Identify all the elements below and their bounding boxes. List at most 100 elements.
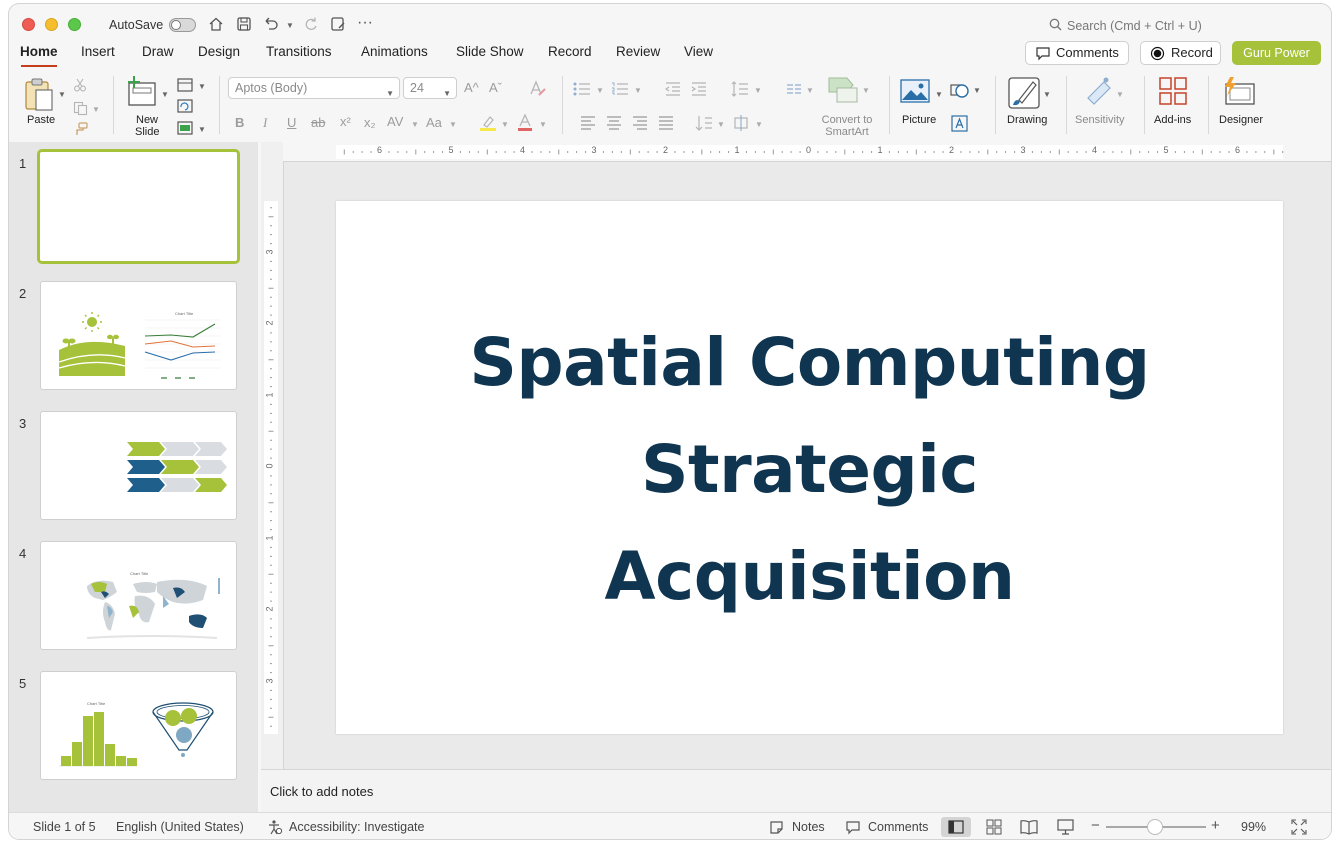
language-status[interactable]: English (United States) — [116, 820, 244, 834]
font-color-icon[interactable] — [516, 114, 534, 132]
grow-font-icon[interactable]: A^ — [464, 80, 479, 95]
zoom-percentage[interactable]: 99% — [1241, 820, 1266, 834]
underline-button[interactable]: U — [287, 115, 296, 130]
highlight-icon[interactable] — [479, 114, 497, 132]
sensitivity-icon[interactable] — [1084, 76, 1116, 106]
tab-review[interactable]: Review — [616, 44, 660, 59]
shrink-font-icon[interactable]: Aˇ — [489, 80, 502, 95]
slide-thumbnail-4[interactable]: Chart Title — [40, 541, 237, 650]
section-dropdown-icon[interactable]: ▼ — [198, 125, 206, 134]
close-window-button[interactable] — [22, 18, 35, 31]
strikethrough-button[interactable]: ab — [311, 115, 325, 130]
undo-dropdown-icon[interactable]: ▼ — [286, 21, 294, 30]
bullets-icon[interactable] — [573, 82, 591, 96]
slide-thumbnail-3[interactable] — [40, 411, 237, 520]
layout-icon[interactable] — [177, 78, 193, 92]
columns-icon[interactable] — [786, 84, 802, 94]
slide-sorter-icon[interactable] — [986, 819, 1002, 835]
guru-power-button[interactable]: Guru Power — [1232, 41, 1321, 65]
reset-slide-icon[interactable] — [177, 99, 193, 113]
paste-dropdown-icon[interactable]: ▼ — [58, 90, 66, 99]
home-icon[interactable] — [208, 16, 224, 32]
tab-design[interactable]: Design — [198, 44, 240, 59]
accessibility-status[interactable]: Accessibility: Investigate — [289, 820, 424, 834]
align-right-icon[interactable] — [632, 116, 648, 130]
sensitivity-dropdown-icon[interactable]: ▼ — [1116, 90, 1124, 99]
picture-icon[interactable] — [900, 79, 930, 103]
drawing-icon[interactable] — [1007, 76, 1041, 110]
font-name-combo[interactable]: Aptos (Body) ▼ — [228, 77, 400, 99]
tab-transitions[interactable]: Transitions — [266, 44, 332, 59]
convert-smartart-label-2: SmartArt — [825, 126, 869, 138]
autosave-toggle[interactable] — [169, 18, 196, 32]
copy-icon[interactable] — [73, 101, 88, 116]
search-field[interactable]: Search (Cmd + Ctrl + U) — [1067, 19, 1202, 33]
tab-slide-show[interactable]: Slide Show — [456, 44, 524, 59]
comments-button[interactable]: Comments — [1025, 41, 1129, 65]
shapes-icon[interactable] — [950, 81, 970, 99]
increase-indent-icon[interactable] — [691, 82, 707, 96]
text-direction-icon[interactable] — [695, 115, 713, 131]
smartart-icon[interactable] — [827, 76, 859, 104]
line-spacing-icon[interactable] — [731, 81, 749, 97]
tab-home[interactable]: Home — [20, 44, 58, 59]
section-icon[interactable] — [177, 121, 193, 135]
drawing-dropdown-icon[interactable]: ▼ — [1043, 90, 1051, 99]
tab-insert[interactable]: Insert — [81, 44, 115, 59]
clear-formatting-icon[interactable] — [529, 80, 546, 97]
add-ins-icon[interactable] — [1158, 76, 1188, 106]
zoom-window-button[interactable] — [68, 18, 81, 31]
align-center-icon[interactable] — [606, 116, 622, 130]
subscript-button[interactable]: x₂ — [364, 115, 376, 130]
notes-toggle-button[interactable]: Notes — [792, 820, 825, 834]
reading-view-icon[interactable] — [1020, 819, 1038, 835]
comments-toggle-button[interactable]: Comments — [868, 820, 928, 834]
character-spacing-button[interactable]: AV — [387, 114, 403, 129]
designer-icon[interactable] — [1222, 76, 1256, 106]
justify-icon[interactable] — [658, 116, 674, 130]
tab-animations[interactable]: Animations — [361, 44, 428, 59]
fit-to-window-icon[interactable] — [1291, 819, 1307, 835]
tab-draw[interactable]: Draw — [142, 44, 174, 59]
minimize-window-button[interactable] — [45, 18, 58, 31]
numbering-icon[interactable] — [611, 82, 629, 96]
slide-thumbnail-1[interactable] — [37, 149, 240, 264]
format-painter-icon[interactable] — [72, 122, 88, 136]
new-slide-dropdown-icon[interactable]: ▼ — [161, 90, 169, 99]
notes-pane[interactable]: Click to add notes — [261, 769, 1331, 813]
decrease-indent-icon[interactable] — [665, 82, 681, 96]
align-left-icon[interactable] — [580, 116, 596, 130]
slide-canvas[interactable]: Spatial Computing Strategic Acquisition — [336, 201, 1283, 734]
save-icon[interactable] — [236, 16, 252, 32]
record-button[interactable]: Record — [1140, 41, 1221, 65]
text-box-icon[interactable] — [951, 115, 968, 132]
bold-button[interactable]: B — [235, 115, 244, 130]
notes-placeholder: Click to add notes — [270, 784, 374, 799]
change-case-button[interactable]: Aa — [426, 115, 442, 130]
paste-icon[interactable] — [23, 76, 57, 112]
copy-dropdown-icon[interactable]: ▼ — [92, 105, 100, 114]
normal-view-button[interactable] — [941, 817, 971, 837]
shapes-dropdown-icon[interactable]: ▼ — [973, 86, 981, 95]
new-slide-icon[interactable] — [126, 76, 160, 108]
slide-title[interactable]: Spatial Computing Strategic Acquisition — [336, 309, 1283, 630]
redo-icon[interactable] — [303, 16, 319, 32]
slideshow-icon[interactable] — [1057, 819, 1074, 835]
zoom-out-button[interactable]: − — [1091, 817, 1100, 834]
italic-button[interactable]: I — [263, 115, 267, 131]
undo-icon[interactable] — [262, 15, 280, 31]
tab-record[interactable]: Record — [548, 44, 592, 59]
layout-dropdown-icon[interactable]: ▼ — [198, 82, 206, 91]
superscript-button[interactable]: x² — [340, 114, 351, 129]
zoom-in-button[interactable]: + — [1211, 817, 1220, 834]
align-text-icon[interactable] — [732, 115, 750, 131]
more-options-icon[interactable]: ··· — [357, 14, 373, 32]
font-size-combo[interactable]: 24 ▼ — [403, 77, 457, 99]
cut-icon[interactable] — [73, 78, 87, 92]
slide-thumbnail-2[interactable]: Chart Title — [40, 281, 237, 390]
slide-thumbnail-5[interactable]: Chart Title — [40, 671, 237, 780]
save-as-icon[interactable] — [330, 16, 346, 32]
tab-view[interactable]: View — [684, 44, 713, 59]
picture-dropdown-icon[interactable]: ▼ — [935, 90, 943, 99]
zoom-slider-thumb[interactable] — [1147, 819, 1163, 835]
